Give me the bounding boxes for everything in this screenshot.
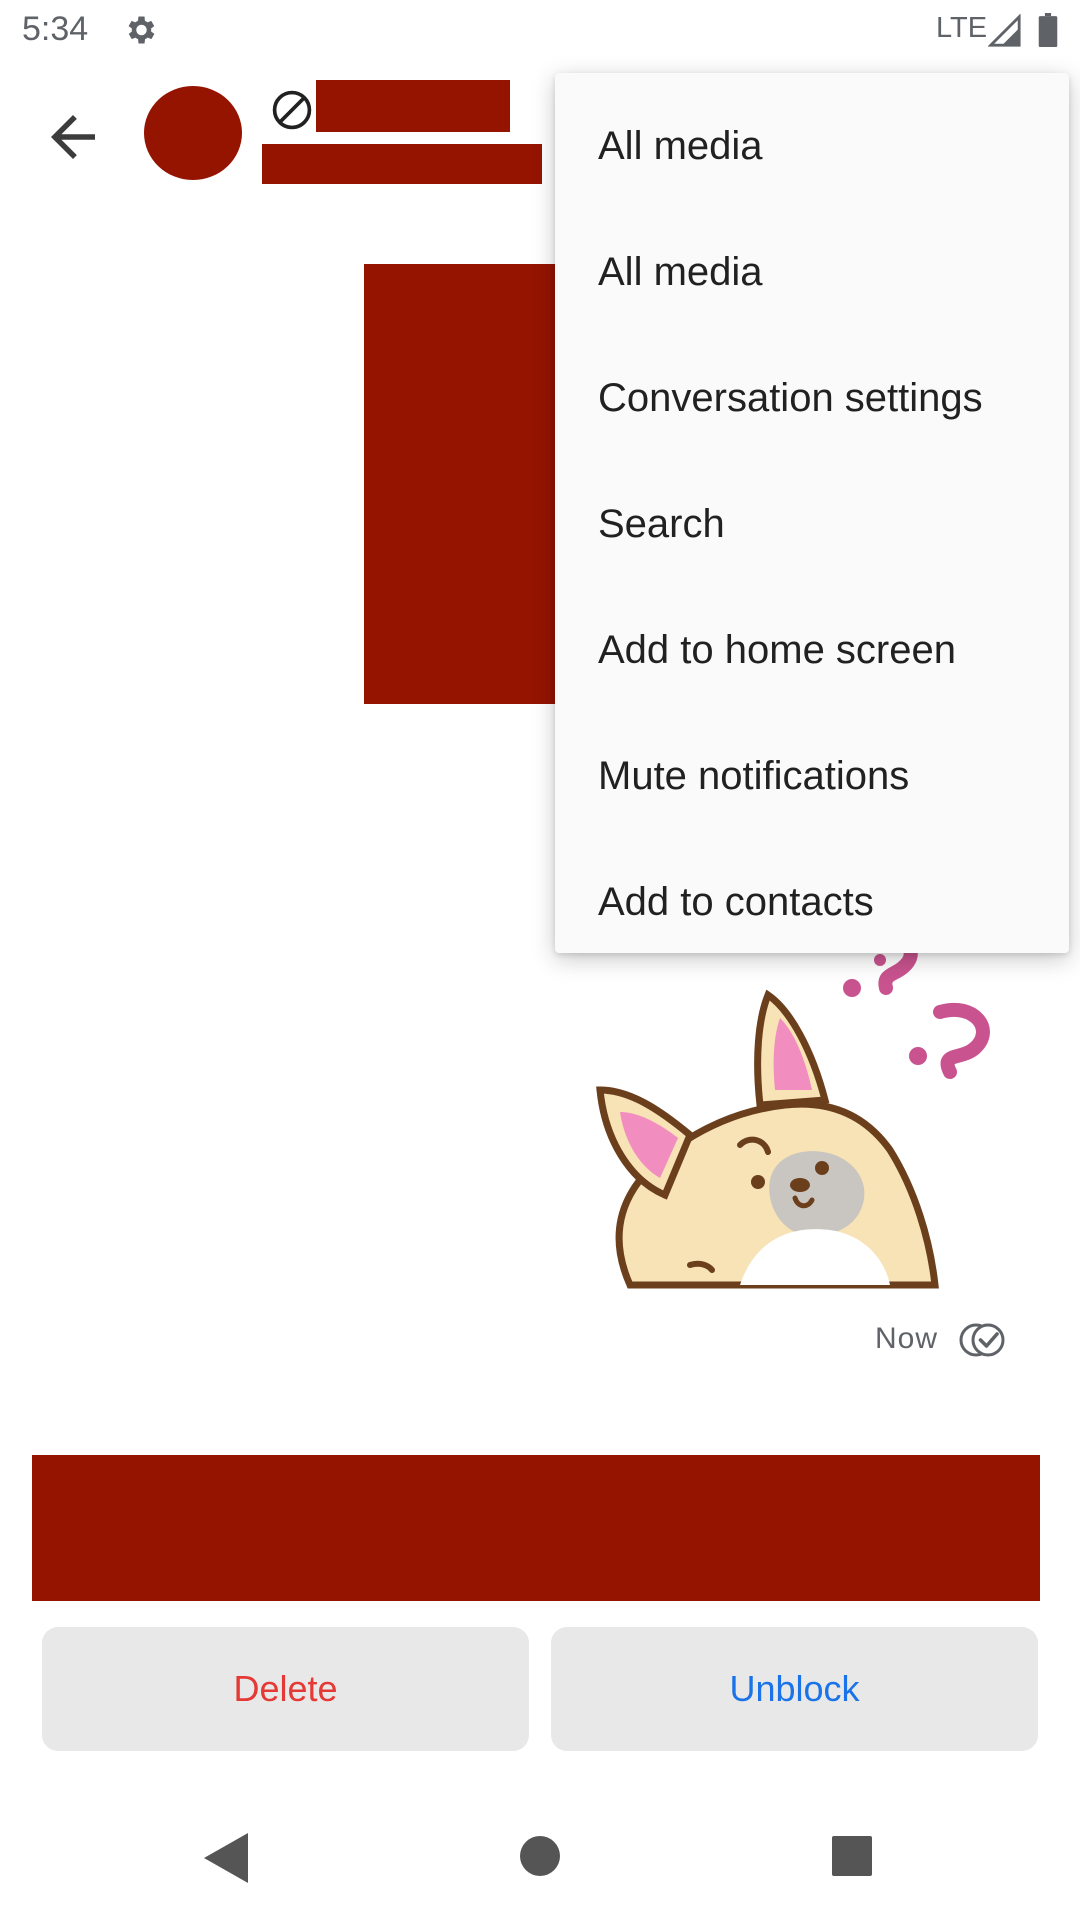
delete-button[interactable]: Delete bbox=[42, 1627, 529, 1751]
dog-sticker-image[interactable] bbox=[590, 940, 1030, 1290]
status-bar: 5:34 LTE bbox=[0, 0, 1080, 62]
battery-icon bbox=[1038, 13, 1058, 47]
message-image-redacted[interactable] bbox=[364, 264, 566, 704]
delivered-icon bbox=[959, 1323, 1005, 1357]
message-timestamp: Now bbox=[875, 1322, 939, 1355]
contact-number-redacted bbox=[262, 144, 542, 184]
avatar[interactable] bbox=[144, 86, 242, 180]
nav-home-icon[interactable] bbox=[520, 1836, 560, 1876]
back-button[interactable] bbox=[40, 104, 106, 170]
menu-item-mute-notifications[interactable]: Mute notifications bbox=[555, 713, 1069, 839]
nav-back-icon[interactable] bbox=[204, 1833, 248, 1883]
overflow-menu: All media All media Conversation setting… bbox=[555, 73, 1069, 953]
menu-item-all-media[interactable]: All media bbox=[555, 209, 1069, 335]
gear-icon bbox=[128, 16, 155, 44]
contact-name-redacted bbox=[316, 80, 510, 132]
blocked-icon bbox=[272, 90, 312, 130]
menu-item-search[interactable]: Search bbox=[555, 461, 1069, 587]
status-time: 5:34 bbox=[22, 10, 89, 48]
menu-item-add-to-contacts[interactable]: Add to contacts bbox=[555, 839, 1069, 965]
blocked-banner-redacted bbox=[32, 1455, 1040, 1601]
menu-item-add-to-home-screen[interactable]: Add to home screen bbox=[555, 587, 1069, 713]
signal-icon bbox=[988, 14, 1021, 47]
network-type: LTE bbox=[936, 12, 988, 44]
nav-recents-icon[interactable] bbox=[832, 1836, 872, 1876]
unblock-button[interactable]: Unblock bbox=[551, 1627, 1038, 1751]
menu-item-all-media[interactable]: All media bbox=[555, 83, 1069, 209]
menu-item-conversation-settings[interactable]: Conversation settings bbox=[555, 335, 1069, 461]
